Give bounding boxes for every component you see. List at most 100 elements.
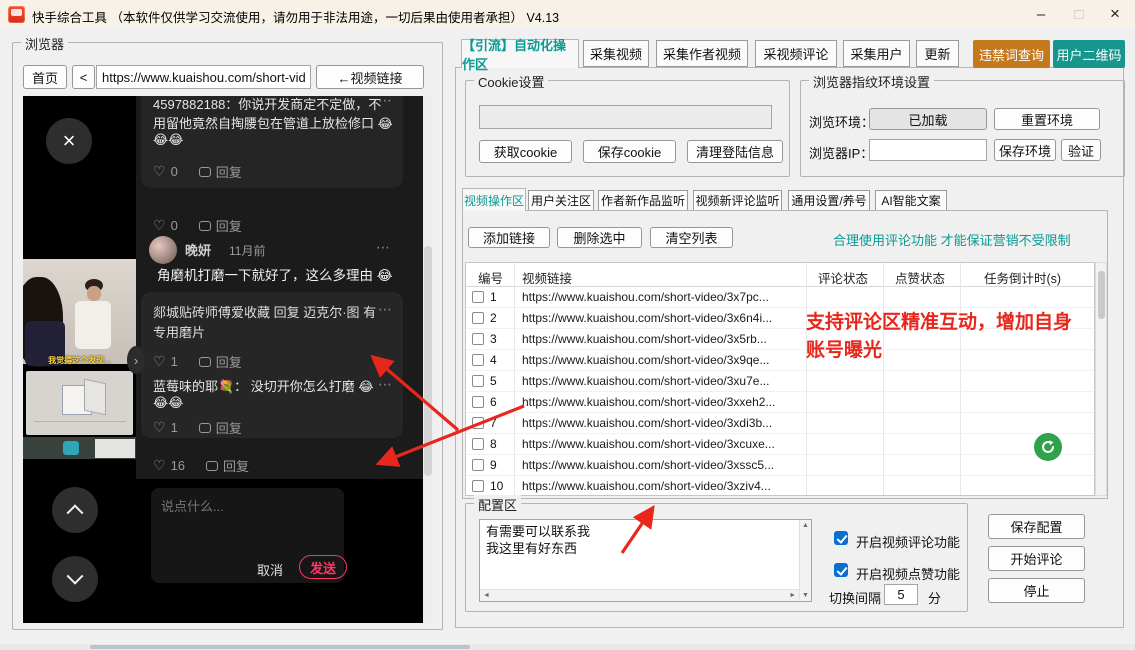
- textarea-hscrollbar[interactable]: ◄►: [480, 589, 799, 601]
- row-checkbox[interactable]: [472, 417, 484, 429]
- page-scrollbar[interactable]: [423, 96, 433, 623]
- row-checkbox[interactable]: [472, 480, 484, 492]
- reply-icon[interactable]: [199, 167, 211, 177]
- scroll-right-icon[interactable]: ►: [789, 592, 796, 599]
- clear-list-button[interactable]: 清空列表: [650, 227, 733, 248]
- tab-collect-users[interactable]: 采集用户: [843, 40, 910, 67]
- enable-like-checkbox[interactable]: [834, 563, 848, 577]
- env-loaded-button[interactable]: 已加载: [869, 108, 987, 130]
- more-icon[interactable]: ⋯: [378, 301, 393, 318]
- send-button[interactable]: 发送: [299, 555, 347, 579]
- video-thumbnail[interactable]: 我觉得这个发现...: [23, 259, 136, 459]
- table-row[interactable]: 1https://www.kuaishou.com/short-video/3x…: [466, 287, 1095, 308]
- minimize-button[interactable]: –: [1024, 0, 1058, 28]
- player-close-button[interactable]: ×: [46, 118, 92, 164]
- table-row[interactable]: 5https://www.kuaishou.com/short-video/3x…: [466, 371, 1095, 392]
- maximize-button[interactable]: □: [1062, 0, 1096, 28]
- scroll-down-icon[interactable]: ▼: [802, 592, 809, 599]
- interval-input[interactable]: [884, 584, 918, 605]
- banned-words-button[interactable]: 违禁词查询: [973, 40, 1050, 68]
- heart-icon[interactable]: ♡: [153, 163, 166, 180]
- window-hscrollbar-thumb[interactable]: [90, 645, 470, 649]
- enable-comment-checkbox[interactable]: [834, 531, 848, 545]
- reply-label[interactable]: 回复: [216, 352, 242, 371]
- heart-icon[interactable]: ♡: [153, 217, 166, 234]
- save-cookie-button[interactable]: 保存cookie: [583, 140, 676, 163]
- row-checkbox[interactable]: [472, 312, 484, 324]
- like-reply-row[interactable]: ♡ 16 回复: [153, 456, 249, 475]
- save-env-button[interactable]: 保存环境: [994, 139, 1056, 161]
- reply-label[interactable]: 回复: [216, 162, 242, 181]
- stop-button[interactable]: 停止: [988, 578, 1085, 603]
- reply-icon[interactable]: [199, 357, 211, 367]
- more-icon[interactable]: ⋯: [378, 376, 393, 393]
- reply-icon[interactable]: [199, 423, 211, 433]
- like-reply-row[interactable]: ♡ 0 回复: [153, 162, 242, 181]
- collapse-panel-button[interactable]: ›: [127, 346, 145, 374]
- table-row[interactable]: 8https://www.kuaishou.com/short-video/3x…: [466, 434, 1095, 455]
- user-qrcode-button[interactable]: 用户二维码: [1053, 40, 1125, 68]
- like-reply-row[interactable]: ♡ 0 回复: [153, 216, 242, 235]
- get-cookie-button[interactable]: 获取cookie: [479, 140, 572, 163]
- add-link-button[interactable]: 添加链接: [468, 227, 550, 248]
- tab-collect-videos[interactable]: 采集视频: [583, 40, 649, 67]
- avatar[interactable]: [149, 236, 177, 264]
- scroll-up-icon[interactable]: ▲: [802, 522, 809, 529]
- row-checkbox[interactable]: [472, 438, 484, 450]
- delete-selected-button[interactable]: 删除选中: [557, 227, 642, 248]
- back-button[interactable]: <: [72, 65, 95, 89]
- like-reply-row[interactable]: ♡ 1 回复: [153, 418, 242, 437]
- home-button[interactable]: 首页: [23, 65, 67, 89]
- row-checkbox[interactable]: [472, 459, 484, 471]
- next-video-button[interactable]: [52, 556, 98, 602]
- subtab-author-monitor[interactable]: 作者新作品监听: [598, 190, 688, 211]
- table-row[interactable]: 9https://www.kuaishou.com/short-video/3x…: [466, 455, 1095, 476]
- browser-ip-input[interactable]: [869, 139, 987, 161]
- url-input[interactable]: [96, 65, 311, 89]
- subtab-comment-monitor[interactable]: 视频新评论监听: [693, 190, 782, 211]
- comment-input[interactable]: [161, 496, 336, 551]
- heart-icon[interactable]: ♡: [153, 419, 166, 436]
- table-row[interactable]: 7https://www.kuaishou.com/short-video/3x…: [466, 413, 1095, 434]
- reply-label[interactable]: 回复: [216, 418, 242, 437]
- reply-icon[interactable]: [199, 221, 211, 231]
- refresh-icon[interactable]: [1034, 433, 1062, 461]
- subtab-user-follow[interactable]: 用户关注区: [528, 190, 594, 211]
- cookie-input[interactable]: [479, 105, 772, 129]
- tab-update[interactable]: 更新: [916, 40, 959, 67]
- save-config-button[interactable]: 保存配置: [988, 514, 1085, 539]
- row-checkbox[interactable]: [472, 354, 484, 366]
- window-hscrollbar[interactable]: [0, 644, 1135, 650]
- subtab-video-ops[interactable]: 视频操作区: [462, 188, 526, 211]
- video-link-button[interactable]: ←视频链接: [316, 65, 424, 89]
- cancel-button[interactable]: 取消: [257, 560, 283, 579]
- row-checkbox[interactable]: [472, 375, 484, 387]
- comment-author[interactable]: 晚妍: [185, 240, 211, 259]
- clear-login-button[interactable]: 清理登陆信息: [687, 140, 783, 163]
- page-scrollbar-thumb[interactable]: [424, 246, 432, 476]
- tab-collect-comments[interactable]: 采视频评论: [755, 40, 837, 67]
- reply-icon[interactable]: [206, 461, 218, 471]
- more-icon[interactable]: ⋯: [376, 239, 391, 256]
- textarea-vscrollbar[interactable]: ▲▼: [799, 520, 811, 601]
- reply-label[interactable]: 回复: [216, 216, 242, 235]
- row-checkbox[interactable]: [472, 396, 484, 408]
- tab-automation[interactable]: 【引流】自动化操作区: [461, 39, 579, 68]
- row-checkbox[interactable]: [472, 333, 484, 345]
- heart-icon[interactable]: ♡: [153, 457, 166, 474]
- like-reply-row[interactable]: ♡ 1 回复: [153, 352, 242, 371]
- tab-collect-author-videos[interactable]: 采集作者视频: [656, 40, 748, 67]
- reply-label[interactable]: 回复: [223, 456, 249, 475]
- table-scrollbar[interactable]: [1095, 262, 1107, 496]
- row-checkbox[interactable]: [472, 291, 484, 303]
- start-comment-button[interactable]: 开始评论: [988, 546, 1085, 571]
- table-row[interactable]: 10https://www.kuaishou.com/short-video/3…: [466, 476, 1095, 496]
- heart-icon[interactable]: ♡: [153, 353, 166, 370]
- subtab-ai-copywriting[interactable]: AI智能文案: [875, 190, 947, 211]
- subtab-general-settings[interactable]: 通用设置/养号: [788, 190, 870, 211]
- prev-video-button[interactable]: [52, 487, 98, 533]
- close-button[interactable]: ×: [1098, 0, 1132, 28]
- table-row[interactable]: 6https://www.kuaishou.com/short-video/3x…: [466, 392, 1095, 413]
- scroll-left-icon[interactable]: ◄: [483, 592, 490, 599]
- verify-button[interactable]: 验证: [1061, 139, 1101, 161]
